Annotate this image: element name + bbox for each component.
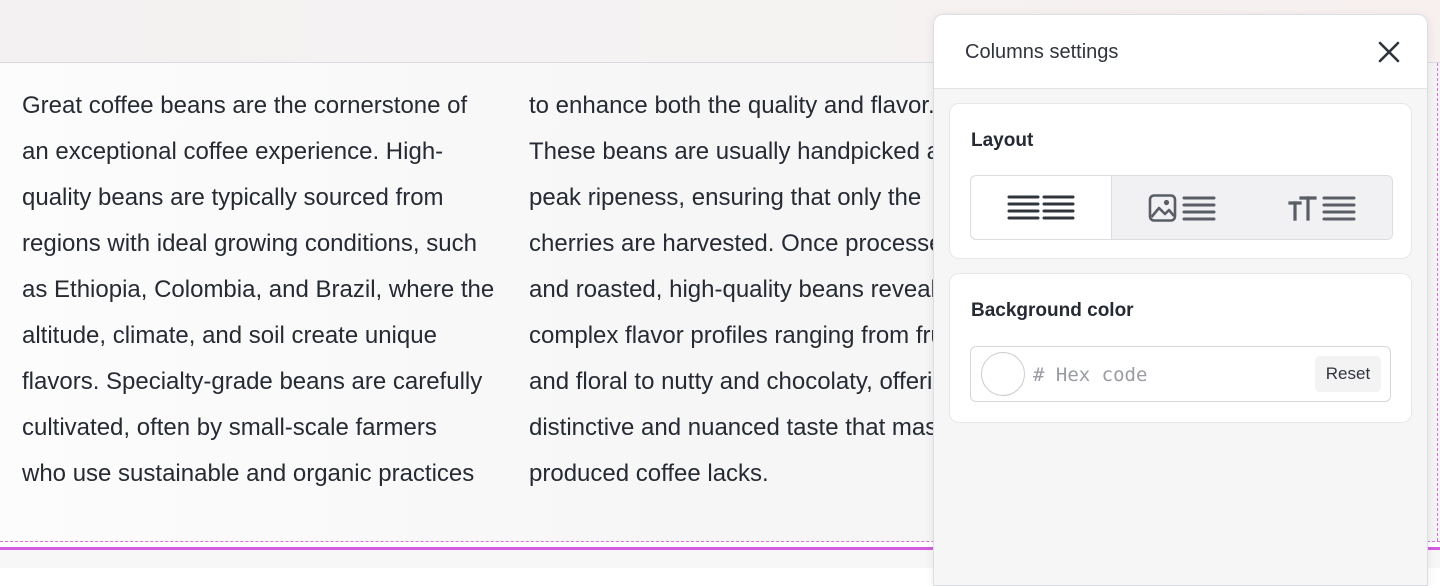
column-line: altitude, climate, and soil create uniqu…: [22, 322, 437, 349]
two-text-columns-icon: [1007, 195, 1075, 219]
columns-settings-panel: Columns settings Layout Background color…: [933, 14, 1428, 586]
block-selection-guide-right: [1437, 63, 1438, 541]
layout-title: Layout: [971, 130, 1034, 151]
text-column-1[interactable]: Great coffee beans are the cornerstone o…: [22, 83, 512, 497]
column-line: cultivated, often by small-scale farmers: [22, 414, 437, 441]
hex-color-field: Reset: [970, 346, 1391, 402]
layout-selector: [970, 175, 1393, 240]
reset-button[interactable]: Reset: [1315, 356, 1381, 392]
column-line: Great coffee beans are the cornerstone o…: [22, 92, 468, 119]
layout-section: Layout: [949, 103, 1412, 259]
layout-option-heading-text[interactable]: [1252, 176, 1392, 239]
heading-and-text-icon: [1288, 195, 1356, 221]
close-icon: [1378, 41, 1400, 63]
panel-header: Columns settings: [934, 15, 1427, 89]
hex-code-input[interactable]: [1031, 357, 1305, 393]
column-line: quality beans are typically sourced from: [22, 184, 444, 211]
image-and-text-icon: [1148, 193, 1216, 222]
column-line: an exceptional coffee experience. High-: [22, 138, 444, 165]
panel-title: Columns settings: [965, 41, 1119, 63]
background-color-title: Background color: [971, 300, 1134, 321]
layout-option-two-columns[interactable]: [971, 176, 1112, 239]
background-color-section: Background color Reset: [949, 273, 1412, 423]
column-line: who use sustainable and organic practice…: [22, 460, 475, 487]
column-line: regions with ideal growing conditions, s…: [22, 230, 477, 257]
close-button[interactable]: [1374, 37, 1404, 67]
layout-option-image-text[interactable]: [1112, 176, 1252, 239]
color-swatch[interactable]: [981, 352, 1025, 396]
column-line: as Ethiopia, Colombia, and Brazil, where…: [22, 276, 495, 303]
column-line: flavors. Specialty-grade beans are caref…: [22, 368, 483, 395]
